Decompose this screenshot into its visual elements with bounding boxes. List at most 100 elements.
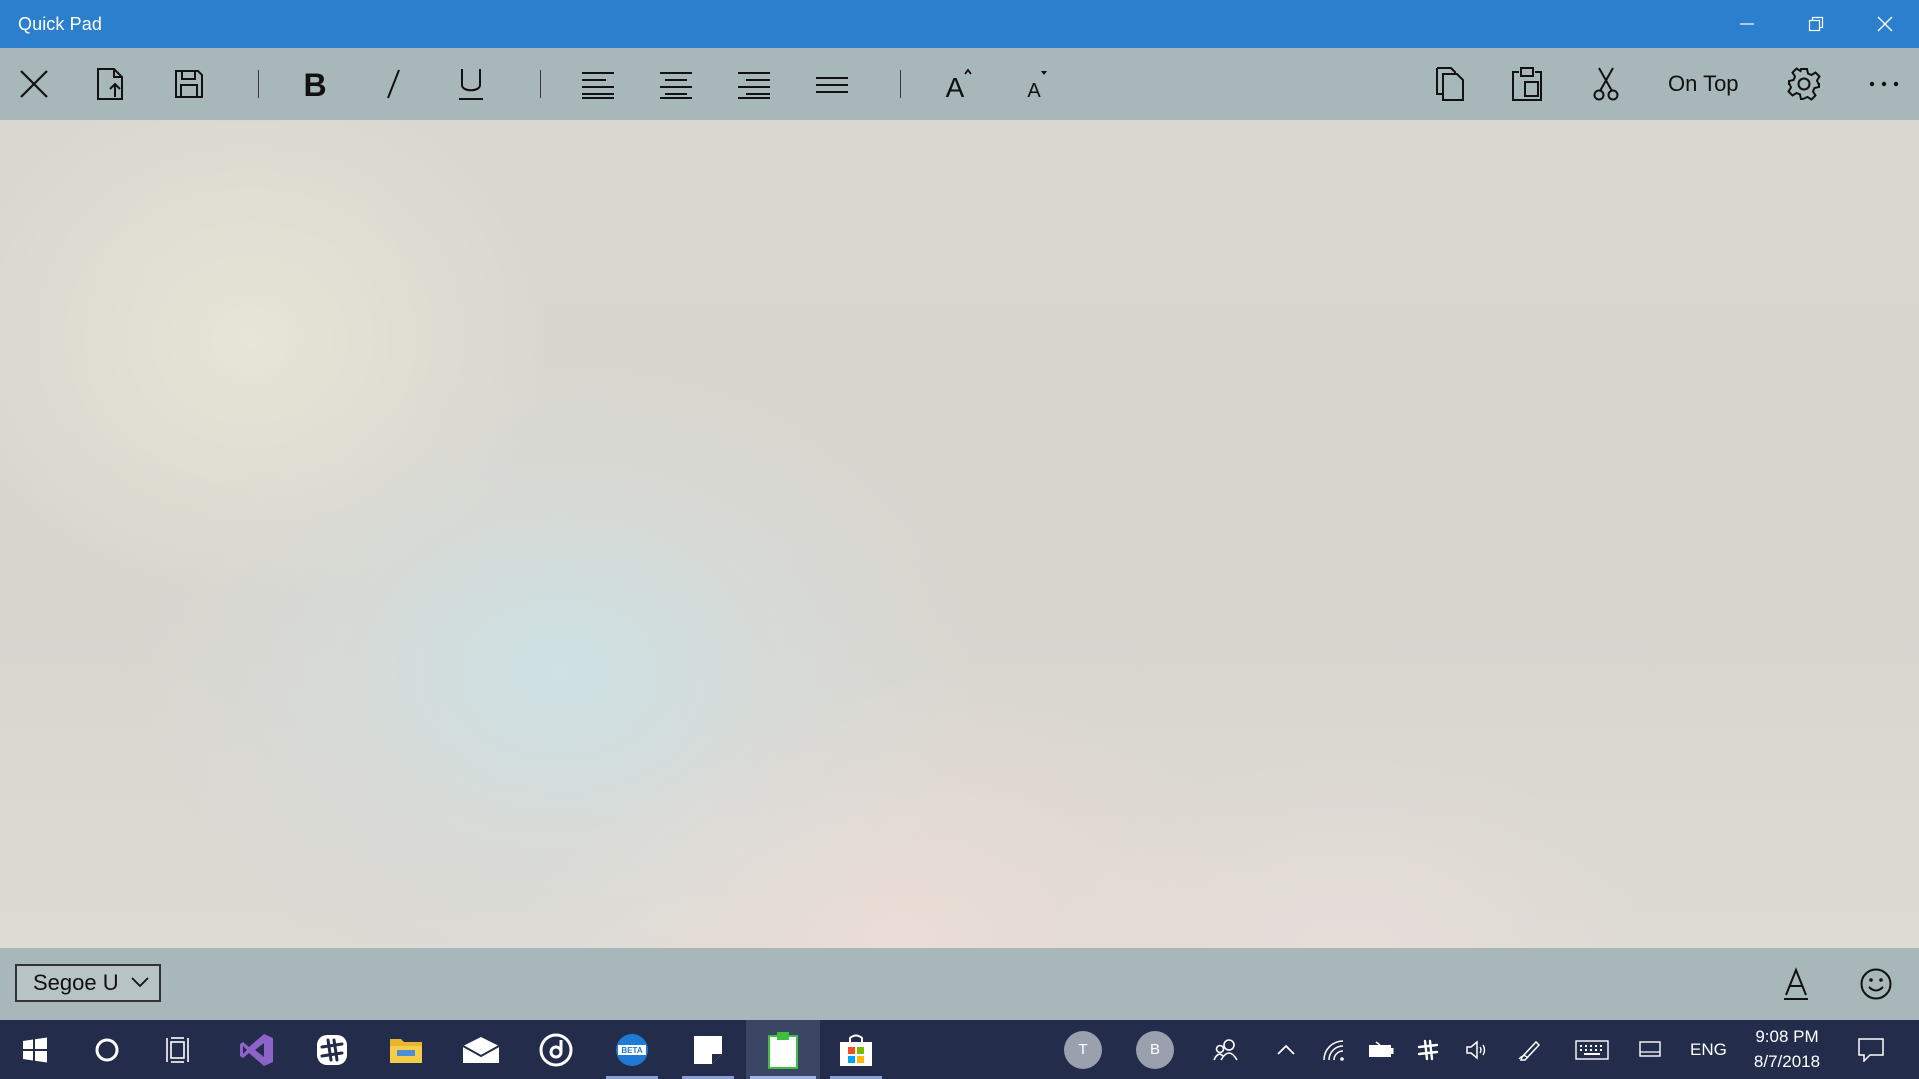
taskbar-microsoft-store[interactable] [826, 1020, 886, 1079]
text-editor[interactable] [0, 120, 1919, 948]
network-button[interactable] [1316, 1020, 1352, 1079]
align-right-icon [738, 72, 770, 99]
font-color-icon [1784, 967, 1808, 1000]
close-icon [1877, 16, 1893, 32]
copy-button[interactable] [1420, 48, 1480, 120]
emoji-button[interactable] [1848, 956, 1904, 1012]
clock[interactable]: 9:08 PM 8/7/2018 [1727, 1024, 1847, 1074]
more-options-button[interactable] [1854, 48, 1914, 120]
touch-keyboard-button[interactable] [1572, 1020, 1612, 1079]
cortana-button[interactable] [77, 1020, 137, 1079]
avatar: B [1136, 1030, 1174, 1069]
folder-icon [390, 1038, 422, 1063]
tablet-mode-button[interactable] [1632, 1020, 1668, 1079]
task-view-button[interactable] [149, 1020, 209, 1079]
avatar: T [1064, 1030, 1102, 1069]
window-title: Quick Pad [18, 14, 102, 34]
gear-icon [1787, 67, 1821, 101]
taskbar-edge-beta[interactable]: BETA [602, 1020, 662, 1079]
taskbar-slack[interactable] [302, 1020, 362, 1079]
svg-text:A: A [1027, 80, 1041, 101]
status-bar: Segoe U [0, 948, 1919, 1020]
contact-avatar-1[interactable]: T [1061, 1020, 1105, 1079]
taskbar-sticky-notes[interactable] [678, 1020, 738, 1079]
taskbar-mail[interactable] [451, 1020, 511, 1079]
justify-button[interactable] [802, 48, 862, 120]
notification-icon [1858, 1037, 1884, 1062]
font-increase-icon: A [946, 68, 972, 101]
minimize-button[interactable] [1713, 0, 1781, 48]
volume-button[interactable] [1459, 1020, 1495, 1079]
display-icon [1639, 1040, 1661, 1057]
bold-icon: B [303, 67, 326, 101]
save-button[interactable] [159, 48, 219, 120]
close-document-button[interactable] [4, 48, 64, 120]
wifi-icon [1323, 1039, 1344, 1061]
people-icon [1213, 1038, 1238, 1060]
battery-icon [1369, 1040, 1394, 1057]
cut-button[interactable] [1576, 48, 1636, 120]
increase-font-size-button[interactable]: A [929, 48, 989, 120]
settings-button[interactable] [1774, 48, 1834, 120]
smiley-icon [1860, 968, 1892, 1000]
font-family-value: Segoe U [33, 970, 119, 995]
keyboard-icon [1575, 1039, 1609, 1060]
font-color-button[interactable] [1768, 956, 1824, 1012]
language-indicator[interactable]: ENG [1690, 1020, 1727, 1079]
font-family-select[interactable]: Segoe U [15, 964, 161, 1002]
toolbar-divider [900, 70, 901, 98]
align-center-button[interactable] [646, 48, 706, 120]
title-bar: Quick Pad [0, 0, 1919, 48]
underline-button[interactable] [441, 48, 501, 120]
taskbar-file-explorer[interactable] [376, 1020, 436, 1079]
paste-button[interactable] [1497, 48, 1557, 120]
taskbar: BETA T B ENG 9:08 PM 8/7/2018 [0, 1020, 1919, 1079]
paste-icon [1512, 67, 1542, 101]
quick-pad-icon [768, 1031, 798, 1069]
clock-date: 8/7/2018 [1753, 1052, 1821, 1071]
sticky-notes-icon [694, 1035, 722, 1064]
windows-ink-button[interactable] [1511, 1020, 1551, 1079]
align-left-icon [582, 72, 614, 99]
align-center-icon [660, 72, 692, 99]
align-left-button[interactable] [568, 48, 628, 120]
taskbar-visual-studio[interactable] [227, 1020, 287, 1079]
italic-button[interactable] [363, 48, 423, 120]
battery-button[interactable] [1363, 1020, 1399, 1079]
toolbar-divider [258, 70, 259, 98]
people-button[interactable] [1207, 1020, 1247, 1079]
justify-icon [816, 77, 848, 93]
chevron-down-icon [131, 977, 149, 988]
visual-studio-icon [240, 1033, 273, 1066]
align-right-button[interactable] [724, 48, 784, 120]
bold-button[interactable]: B [285, 48, 345, 120]
close-x-icon [20, 70, 48, 98]
taskbar-groove-music[interactable] [526, 1020, 586, 1079]
action-center-button[interactable] [1853, 1020, 1889, 1079]
task-view-icon [166, 1036, 189, 1063]
decrease-font-size-button[interactable]: A [1007, 48, 1067, 120]
minimize-icon [1740, 23, 1754, 25]
svg-text:BETA: BETA [621, 1046, 642, 1055]
open-file-button[interactable] [81, 48, 141, 120]
svg-text:A: A [946, 72, 965, 101]
toolbar: B A A On Top [0, 48, 1919, 120]
taskbar-quick-pad[interactable] [746, 1020, 820, 1079]
copy-icon [1436, 67, 1464, 101]
slack-tray-icon [1417, 1039, 1439, 1060]
save-icon [175, 70, 203, 98]
close-window-button[interactable] [1851, 0, 1919, 48]
scissors-icon [1593, 67, 1619, 101]
more-dots-icon [1869, 81, 1899, 87]
start-button[interactable] [5, 1020, 65, 1079]
slack-tray-button[interactable] [1410, 1020, 1446, 1079]
show-hidden-icons-button[interactable] [1268, 1020, 1304, 1079]
chevron-up-icon [1277, 1044, 1295, 1055]
cortana-icon [95, 1038, 119, 1061]
store-icon [840, 1034, 872, 1066]
on-top-button[interactable]: On Top [1660, 48, 1747, 120]
contact-avatar-2[interactable]: B [1133, 1020, 1177, 1079]
restore-button[interactable] [1782, 0, 1850, 48]
svg-text:B: B [303, 67, 326, 101]
toolbar-divider [540, 70, 541, 98]
